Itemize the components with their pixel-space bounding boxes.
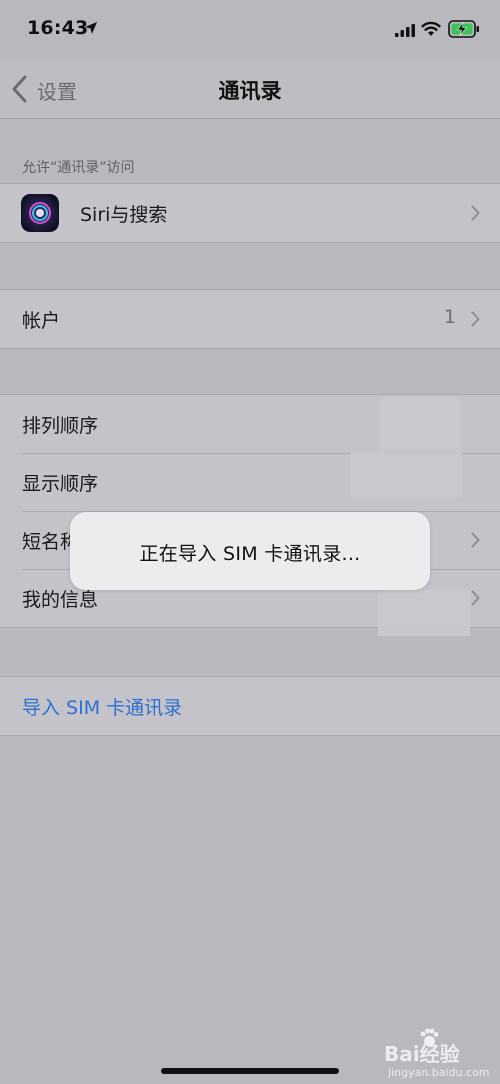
cellular-signal-icon: [395, 24, 415, 37]
watermark-url: jingyan.baidu.com: [388, 1066, 490, 1079]
importing-toast: 正在导入 SIM 卡通讯录...: [70, 512, 430, 590]
import-sim-contacts-row[interactable]: 导入 SIM 卡通讯录: [0, 677, 500, 735]
section-header: 允许“通讯录”访问: [22, 160, 135, 176]
blurred-value: [378, 590, 470, 636]
chevron-right-icon: [471, 311, 480, 327]
display-order-label: 显示顺序: [22, 473, 99, 495]
wifi-icon: [421, 21, 441, 36]
status-bar: 16:43: [0, 0, 500, 60]
blurred-value: [350, 452, 462, 497]
navigation-bar: 设置 通讯录: [0, 60, 500, 119]
siri-row[interactable]: Siri与搜索: [0, 184, 500, 242]
page-title: 通讯录: [218, 79, 282, 103]
import-group: 导入 SIM 卡通讯录: [0, 676, 500, 736]
sort-order-label: 排列顺序: [22, 415, 99, 437]
location-arrow-icon: [85, 22, 97, 34]
siri-group: Siri与搜索: [0, 183, 500, 243]
watermark-text: Bai经验: [384, 1042, 460, 1066]
chevron-right-icon: [471, 205, 480, 221]
siri-icon: [21, 194, 59, 232]
accounts-count: 1: [443, 306, 456, 328]
accounts-row[interactable]: 帐户 1: [0, 290, 500, 348]
status-time: 16:43: [27, 17, 89, 39]
chevron-right-icon: [471, 590, 480, 606]
accounts-group: 帐户 1: [0, 289, 500, 349]
accounts-label: 帐户: [22, 310, 61, 332]
home-indicator[interactable]: [161, 1068, 339, 1074]
battery-charging-icon: [448, 20, 479, 38]
import-sim-contacts-link[interactable]: 导入 SIM 卡通讯录: [22, 693, 182, 720]
blurred-value: [380, 398, 460, 450]
importing-toast-text: 正在导入 SIM 卡通讯录...: [139, 543, 361, 565]
chevron-right-icon: [471, 532, 480, 548]
baidu-watermark: Bai经验 jingyan.baidu.com: [384, 1028, 494, 1080]
siri-label: Siri与搜索: [80, 204, 168, 226]
